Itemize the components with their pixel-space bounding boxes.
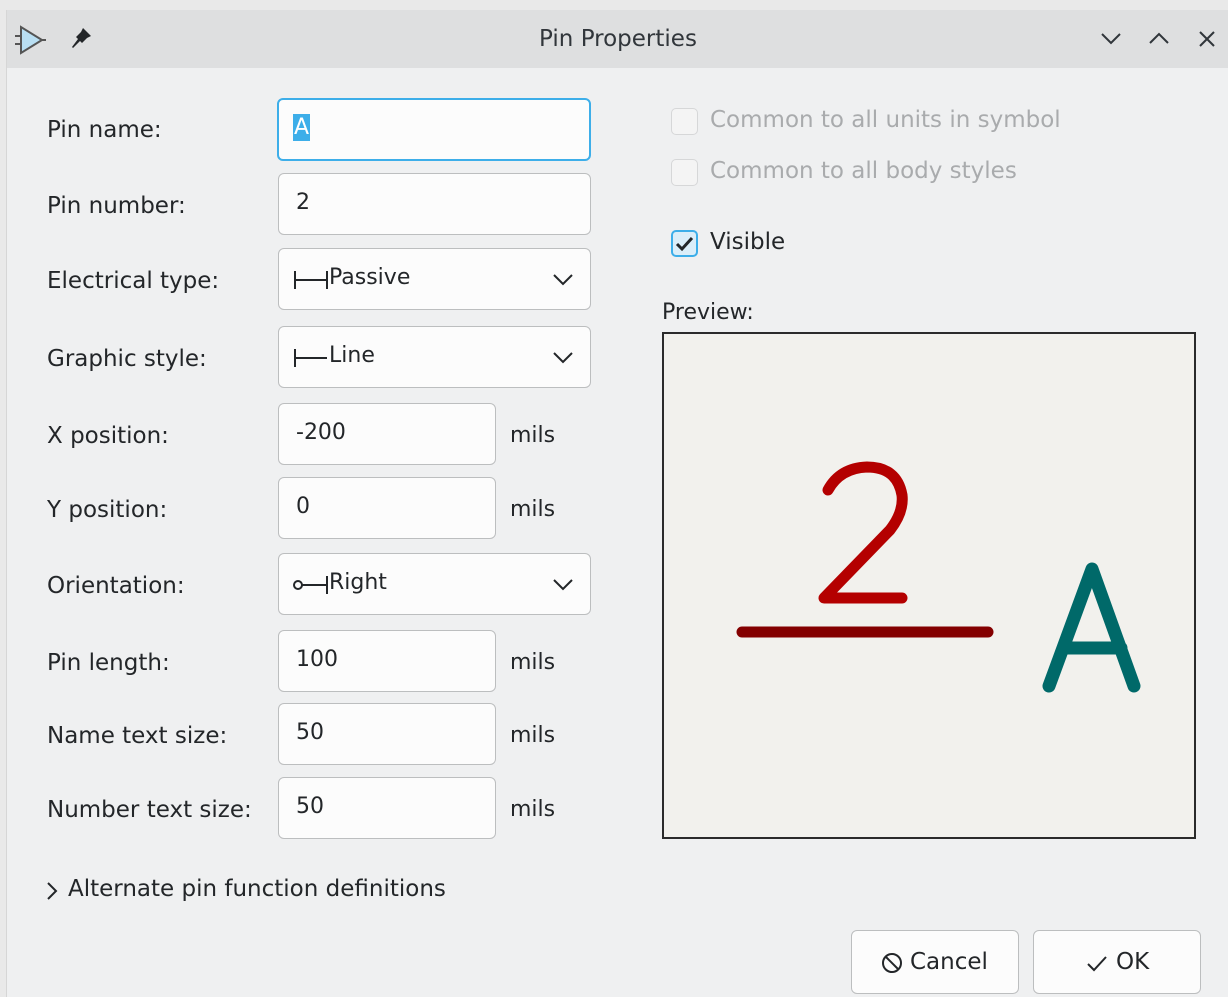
orientation-select[interactable]: Right: [278, 553, 591, 615]
name-text-size-input[interactable]: 50: [278, 703, 496, 765]
checkmark-icon: [1087, 956, 1107, 972]
number-text-size-label: Number text size:: [47, 797, 252, 823]
y-position-input[interactable]: 0: [278, 477, 496, 539]
preview-label: Preview:: [662, 300, 754, 325]
pin-length-value: 100: [296, 647, 338, 672]
graphic-style-select[interactable]: Line: [278, 326, 591, 388]
cancel-label: Cancel: [910, 949, 988, 975]
window-title: Pin Properties: [539, 26, 697, 52]
y-position-label: Y position:: [47, 497, 168, 523]
pin-number-glyph: [818, 461, 908, 604]
graphic-style-label: Graphic style:: [47, 346, 207, 372]
name-text-size-unit: mils: [510, 723, 556, 748]
pin-name-glyph: [1042, 562, 1141, 693]
preview-canvas: 2 A: [662, 332, 1196, 839]
checkmark-icon: [675, 236, 694, 252]
x-position-unit: mils: [510, 423, 556, 448]
visible-checkbox[interactable]: [671, 230, 698, 257]
pin-number-label: Pin number:: [47, 193, 186, 219]
number-text-size-unit: mils: [510, 797, 556, 822]
common-body-label: Common to all body styles: [710, 158, 1017, 184]
pin-name-input[interactable]: A: [277, 98, 591, 161]
pin-properties-dialog: Pin Properties Pin name: A Pin number: 2…: [6, 10, 1228, 997]
electrical-type-label: Electrical type:: [47, 268, 220, 294]
orientation-right-icon: [293, 574, 329, 600]
pin-length-unit: mils: [510, 650, 556, 675]
y-position-value: 0: [296, 494, 310, 519]
maximize-button[interactable]: [1144, 24, 1174, 54]
pin-number-value: 2: [296, 190, 310, 215]
common-body-checkbox[interactable]: [671, 159, 698, 186]
pin-name-value: A: [293, 114, 311, 141]
minimize-button[interactable]: [1096, 24, 1126, 54]
x-position-label: X position:: [47, 423, 169, 449]
common-units-label: Common to all units in symbol: [710, 107, 1061, 133]
visible-label: Visible: [710, 229, 786, 255]
pin-number-input[interactable]: 2: [278, 173, 591, 235]
name-text-size-value: 50: [296, 720, 324, 745]
number-text-size-value: 50: [296, 794, 324, 819]
close-button[interactable]: [1192, 24, 1222, 54]
common-units-checkbox[interactable]: [671, 108, 698, 135]
line-style-icon: [293, 347, 329, 373]
chevron-down-icon: [552, 272, 574, 291]
title-bar: Pin Properties: [7, 10, 1228, 68]
orientation-value: Right: [329, 570, 387, 595]
ok-label: OK: [1116, 949, 1150, 975]
electrical-type-value: Passive: [329, 265, 411, 290]
chevron-down-icon: [552, 577, 574, 596]
cancel-circle-icon: [882, 953, 902, 973]
y-position-unit: mils: [510, 497, 556, 522]
graphic-style-value: Line: [329, 343, 375, 368]
pin-length-label: Pin length:: [47, 650, 170, 676]
ok-button[interactable]: OK: [1033, 930, 1201, 994]
pin-name-label: Pin name:: [47, 117, 162, 143]
x-position-input[interactable]: -200: [278, 403, 496, 465]
name-text-size-label: Name text size:: [47, 723, 228, 749]
alternate-pin-label: Alternate pin function definitions: [68, 876, 446, 902]
cancel-button[interactable]: Cancel: [851, 930, 1019, 994]
x-position-value: -200: [296, 420, 346, 445]
pin-length-input[interactable]: 100: [278, 630, 496, 692]
chevron-down-icon: [552, 350, 574, 369]
chevron-right-icon: [45, 880, 59, 906]
number-text-size-input[interactable]: 50: [278, 777, 496, 839]
orientation-label: Orientation:: [47, 573, 185, 599]
electrical-type-select[interactable]: Passive: [278, 248, 591, 310]
passive-pin-icon: [293, 269, 329, 295]
